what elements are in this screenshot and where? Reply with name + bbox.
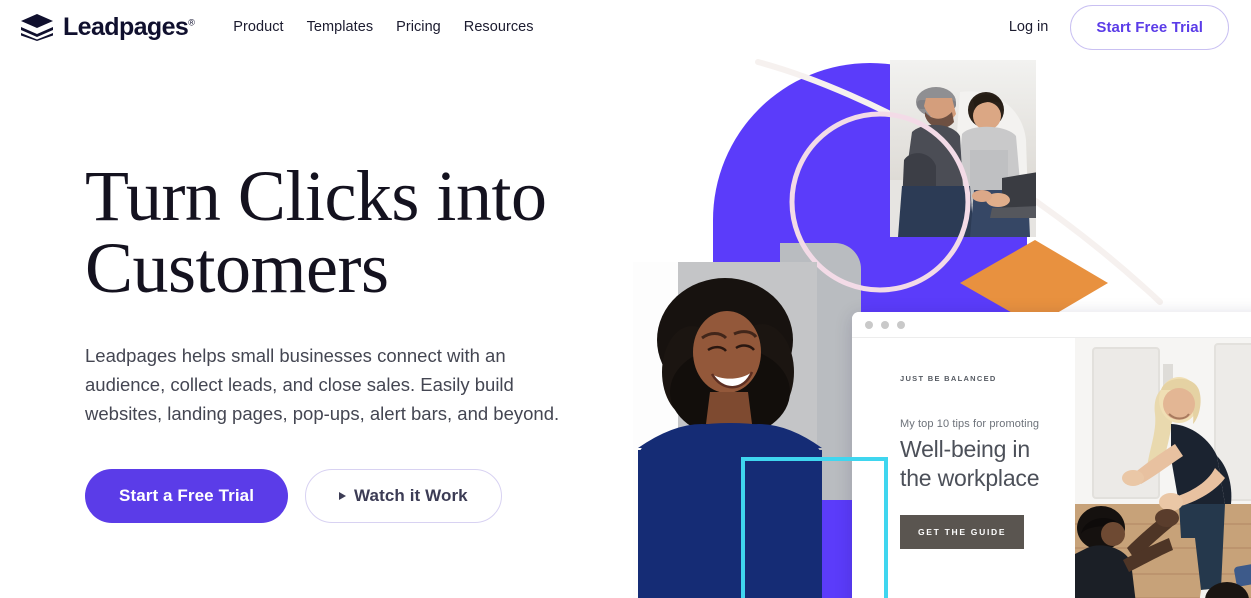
logo[interactable]: Leadpages®: [20, 12, 195, 41]
site-header: Leadpages® Product Templates Pricing Res…: [0, 0, 1251, 54]
landing-page: JUST BE BALANCED My top 10 tips for prom…: [0, 0, 1251, 598]
mockup-heading-line2: the workplace: [900, 464, 1040, 491]
logo-trademark: ®: [188, 17, 195, 28]
mockup-heading-line1: Well-being in: [900, 436, 1030, 462]
nav-item-templates[interactable]: Templates: [307, 19, 374, 35]
logo-text: Leadpages®: [63, 12, 195, 41]
hero-description: Leadpages helps small businesses connect…: [85, 345, 560, 425]
window-dot-yellow: [881, 320, 889, 329]
mockup-heading: Well-being in the workplace: [900, 435, 1075, 493]
primary-nav: Product Templates Pricing Resources: [233, 19, 533, 35]
mockup-brand-label: JUST BE BALANCED: [900, 374, 997, 383]
watch-it-work-label: Watch it Work: [354, 485, 468, 505]
window-dot-green: [897, 320, 905, 329]
hero-cta-row: Start a Free Trial Watch it Work: [85, 468, 605, 523]
nav-item-product[interactable]: Product: [233, 19, 283, 35]
yoga-studio-photo: [1075, 338, 1251, 598]
get-the-guide-button[interactable]: GET THE GUIDE: [900, 514, 1025, 549]
header-actions: Log in Start Free Trial: [1009, 4, 1229, 50]
layers-stack-icon: [21, 14, 53, 41]
mockup-kicker: My top 10 tips for promoting: [900, 418, 1040, 430]
start-a-free-trial-button[interactable]: Start a Free Trial: [85, 468, 289, 523]
play-triangle-icon: [339, 491, 347, 500]
landing-page-mockup: JUST BE BALANCED My top 10 tips for prom…: [852, 312, 1251, 598]
watch-it-work-button[interactable]: Watch it Work: [305, 468, 502, 523]
cyan-outline-rect: [741, 457, 888, 598]
page-title: Turn Clicks into Customers: [85, 156, 547, 308]
nav-item-pricing[interactable]: Pricing: [396, 19, 441, 35]
mockup-content: JUST BE BALANCED My top 10 tips for prom…: [852, 338, 1251, 598]
start-free-trial-button[interactable]: Start Free Trial: [1070, 4, 1229, 50]
login-link[interactable]: Log in: [1009, 19, 1049, 35]
window-dot-red: [865, 320, 873, 329]
nav-item-resources[interactable]: Resources: [464, 19, 534, 35]
hero-copy: Turn Clicks into Customers Leadpages hel…: [85, 160, 605, 523]
mockup-titlebar: [852, 312, 1251, 338]
